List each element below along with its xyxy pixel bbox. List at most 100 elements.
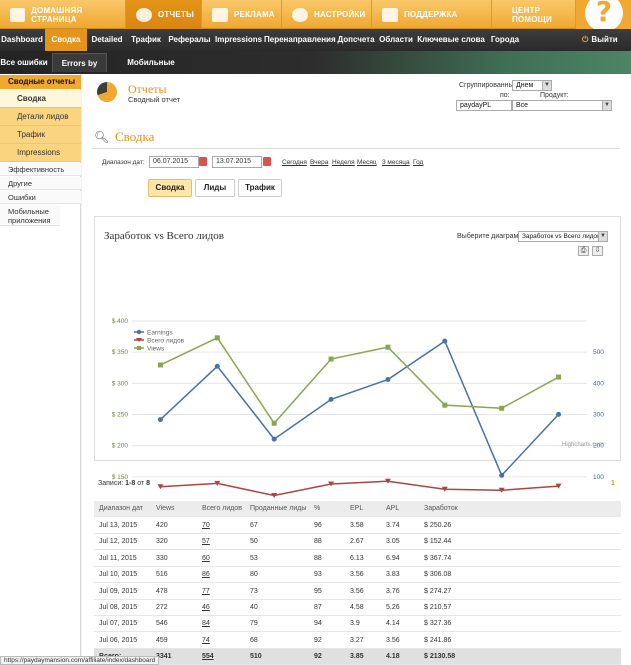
logo[interactable]: ? (576, 0, 631, 32)
table-cell: 546 (156, 620, 168, 628)
y-left-tick-label: $ 200 (112, 443, 129, 450)
date-to-input[interactable]: 13.07.2015 (212, 156, 262, 168)
table-header-cell[interactable]: Диапазон дат (99, 501, 143, 516)
table-cell[interactable]: 84 (202, 616, 210, 631)
sidebar-item-errors[interactable]: Ошибки (0, 191, 81, 204)
table-cell[interactable]: 60 (202, 551, 210, 566)
table-cell: 516 (156, 571, 168, 579)
table-header-cell[interactable]: Заработок (424, 501, 458, 516)
subnav-extra-accounts[interactable]: Допсчета (337, 29, 375, 51)
quick-date-yesterday[interactable]: Вчера (310, 159, 328, 166)
topnav-home[interactable]: ДОМАШНЯЯ СТРАНИЦА (0, 0, 126, 29)
data-point (157, 362, 163, 368)
legend-marker (137, 346, 141, 350)
table-cell: Jul 07, 2015 (99, 620, 138, 628)
data-point (157, 417, 163, 423)
data-point (442, 338, 448, 344)
data-point (214, 363, 220, 369)
chart-credit[interactable]: Highcharts.com (562, 442, 604, 448)
topnav-ads[interactable]: РЕКЛАМА (202, 0, 282, 29)
table-header-cell[interactable]: Views (156, 501, 175, 516)
view-traffic-button[interactable]: Трафик (238, 179, 282, 197)
subnav-summary[interactable]: Сводка (45, 29, 87, 51)
subnav-regions[interactable]: Области (378, 29, 414, 51)
table-header-cell[interactable]: Всего лидов (202, 501, 242, 516)
data-point (556, 411, 562, 417)
calendar-icon[interactable] (199, 157, 207, 166)
table-cell: 3.76 (386, 587, 400, 595)
table-cell: $ 152.44 (424, 538, 452, 546)
subnav-referrals[interactable]: Рефералы (167, 29, 212, 51)
y-right-tick-label: 100 (593, 474, 604, 481)
table-cell: 3.9 (350, 620, 360, 628)
subnav-keywords[interactable]: Ключевые слова (417, 29, 485, 51)
sidebar-item-performance[interactable]: Эффективность (0, 163, 81, 176)
table-header-cell[interactable]: APL (386, 501, 399, 516)
quick-date-today[interactable]: Сегодня (282, 159, 307, 166)
topnav-reports[interactable]: ОТЧЕТЫ (126, 0, 202, 29)
table-total-row: Всего:3341554510923.854.18$ 2130.58 (94, 649, 621, 665)
table-cell[interactable]: 74 (202, 633, 210, 648)
table-header-cell[interactable]: Проданные лиды (250, 501, 306, 516)
table-row: Jul 11, 2015 330 60 53 88 6.13 6.94 $ 367.74 (94, 551, 621, 567)
subnav-redirects[interactable]: Перенаправления (264, 29, 336, 51)
table-row: Jul 13, 2015 420 70 67 96 3.58 3.74 $ 250.26 (94, 518, 621, 534)
sidebar-item-traffic[interactable]: Трафик (0, 126, 81, 144)
y-left-tick-label: $ 250 (112, 412, 129, 419)
table-cell: 3.83 (386, 571, 400, 579)
gears-icon (292, 7, 308, 22)
quick-date-week[interactable]: Неделя (332, 159, 355, 166)
topnav-settings[interactable]: НАСТРОЙКИ (282, 0, 372, 29)
sidebar-item-impressions[interactable]: Impressions (0, 144, 81, 162)
sidebar-item-mobile-apps[interactable]: Мобильные приложения (0, 205, 60, 226)
status-bar-url: https://paydaymansion.com/affiliate/inde… (0, 656, 160, 665)
table-cell: Jul 12, 2015 (99, 538, 138, 546)
topnav-help-center[interactable]: ЦЕНТР ПОМОЩИ (492, 0, 576, 29)
table-cell: 3.56 (350, 587, 364, 595)
table-cell: Jul 10, 2015 (99, 571, 138, 579)
subnav-impressions[interactable]: Impressions (215, 29, 262, 51)
search-icon: 🔍︎ (94, 130, 110, 144)
calendar-icon[interactable] (263, 157, 271, 166)
product-select[interactable]: Все ▼ (512, 100, 612, 111)
subnav-dashboard[interactable]: Dashboard (0, 29, 44, 51)
table-cell: 87 (314, 604, 322, 611)
table-cell[interactable]: 70 (202, 518, 210, 533)
table-header-cell[interactable]: % (314, 501, 320, 516)
topnav-support[interactable]: ПОДДЕРЖКА (372, 0, 492, 29)
sidebar-item-lead-details[interactable]: Детали лидов (0, 108, 81, 126)
view-summary-button[interactable]: Сводка (148, 179, 192, 197)
sidebar-section-summary-reports[interactable]: Сводные отчеты (0, 75, 81, 89)
by-input[interactable]: paydayPL (456, 100, 512, 111)
subnav-traffic[interactable]: Трафик (129, 29, 163, 51)
table-cell[interactable]: 554 (202, 649, 214, 664)
quick-date-3-months[interactable]: 3 месяца (382, 159, 410, 166)
table-cell[interactable]: 46 (202, 600, 210, 615)
subnav-cities[interactable]: Города (488, 29, 522, 51)
table-cell: 330 (156, 554, 168, 562)
subnav-detailed[interactable]: Detailed (88, 29, 126, 51)
pagination-page[interactable]: 1 (611, 480, 615, 487)
quick-date-year[interactable]: Год (413, 159, 423, 166)
subnav2-all-errors[interactable]: Все ошибки (0, 53, 48, 72)
product-label: Продукт: (540, 92, 569, 99)
table-cell: 320 (156, 538, 168, 546)
table-header-cell[interactable]: EPL (350, 501, 363, 516)
table-cell[interactable]: 77 (202, 584, 210, 599)
subnav2-mobile-apps[interactable]: Мобильные приложения (110, 53, 192, 86)
view-leads-button[interactable]: Лиды (195, 179, 235, 197)
sidebar-item-other[interactable]: Другие (0, 177, 81, 190)
data-point (385, 377, 391, 383)
table-cell: $ 274.27 (424, 587, 452, 595)
sidebar-item-summary[interactable]: Сводка (0, 90, 81, 108)
grouped-select[interactable]: Днем ▼ (512, 80, 552, 91)
table-cell[interactable]: 57 (202, 534, 210, 549)
table-cell: Jul 11, 2015 (99, 554, 137, 562)
table-row: Jul 12, 2015 320 57 50 88 2.67 3.05 $ 152.44 (94, 534, 621, 551)
table-cell[interactable]: 86 (202, 567, 210, 582)
quick-date-month[interactable]: Месяц (357, 159, 377, 166)
grouped-label: Сгруппированные (459, 82, 518, 89)
logout-button[interactable]: ⏻ Выйти (582, 29, 618, 51)
date-from-input[interactable]: 06.07.2015 (149, 156, 199, 168)
subnav2-errors-by-type[interactable]: Errors by Type (52, 53, 107, 87)
